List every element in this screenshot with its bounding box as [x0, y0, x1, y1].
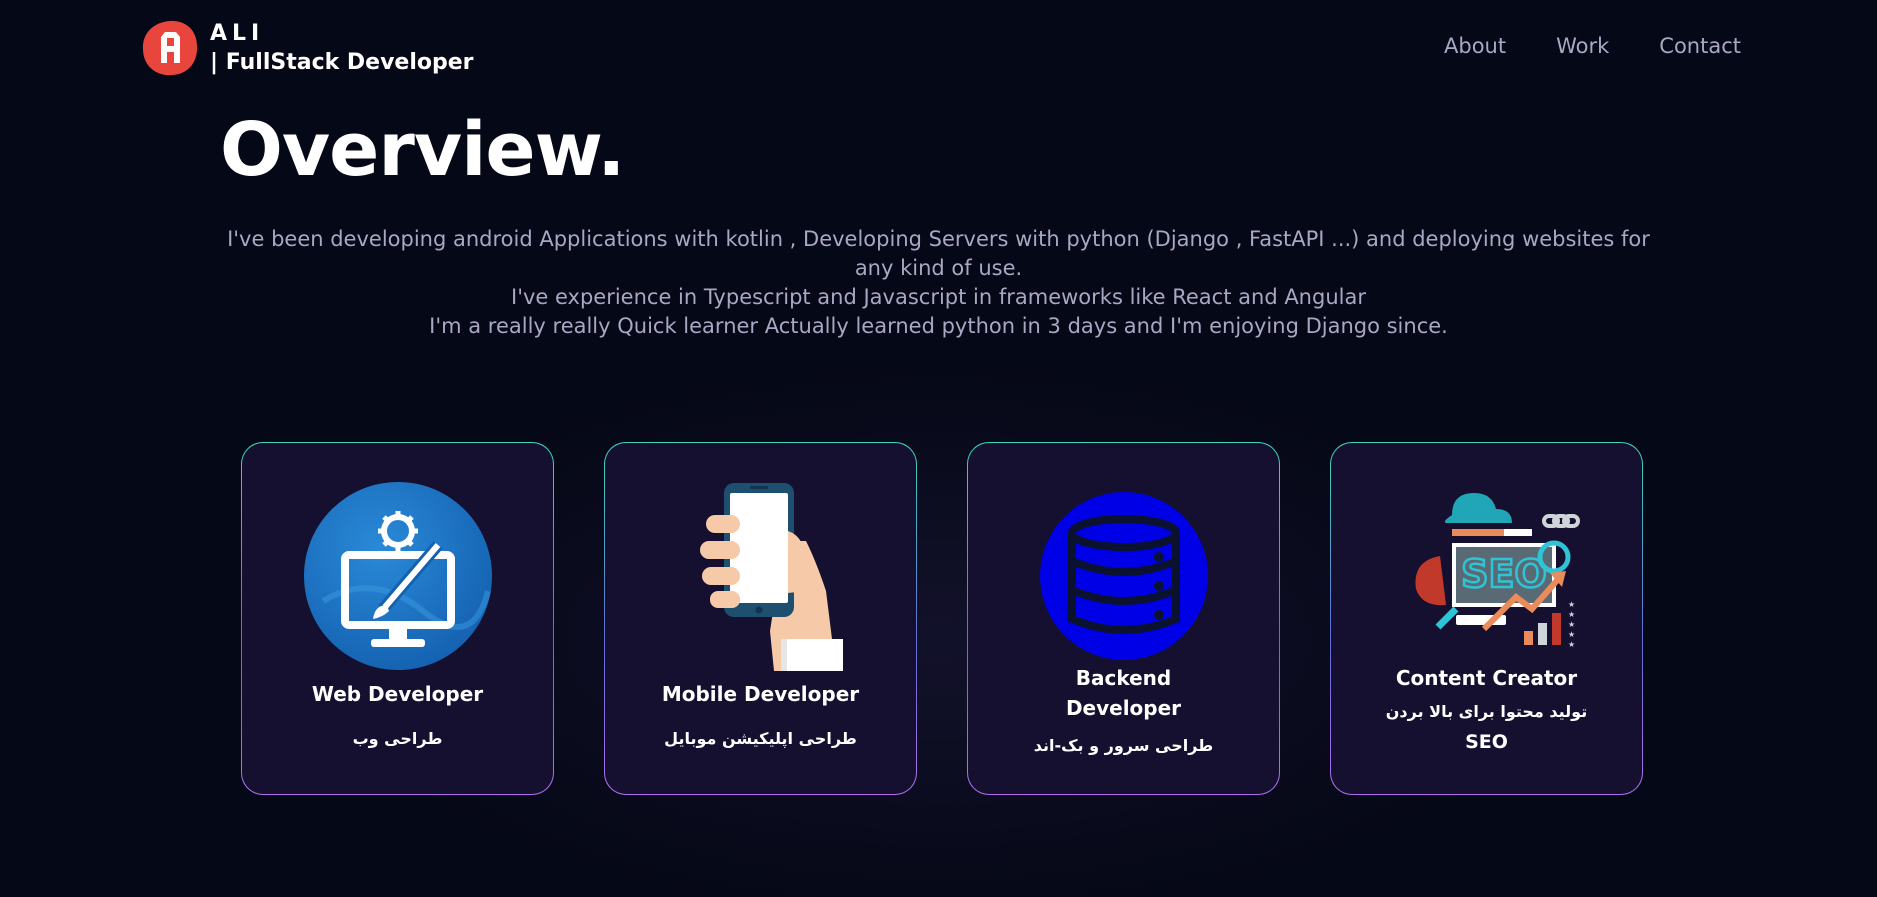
- service-title: Backend Developer: [968, 663, 1279, 723]
- service-title: Mobile Developer: [661, 682, 860, 706]
- service-subtitle: طراحی وب: [352, 729, 443, 748]
- svg-text:★: ★: [1568, 630, 1575, 639]
- navbar: ALI | FullStack Developer About Work Con…: [0, 0, 1877, 100]
- svg-text:★: ★: [1568, 640, 1575, 649]
- brand-logo-link[interactable]: ALI | FullStack Developer: [140, 18, 474, 78]
- nav-link-about[interactable]: About: [1444, 34, 1506, 58]
- intro-line: I've been developing android Application…: [227, 227, 1650, 280]
- overview-intro: I've been developing android Application…: [220, 225, 1657, 341]
- service-card-web: Web Developer طراحی وب: [241, 442, 554, 795]
- web-developer-icon: [303, 482, 492, 670]
- service-card-backend: Backend Developer طراحی سرور و بک-اند: [967, 442, 1280, 795]
- service-card-mobile: Mobile Developer طراحی اپلیکیشن موبایل: [604, 442, 917, 795]
- service-card-content: SEO ★ ★ ★ ★ ★ Content Creator تولید محتوا ب…: [1330, 442, 1643, 795]
- mobile-phone-icon: [699, 483, 843, 671]
- svg-text:★: ★: [1568, 620, 1575, 629]
- svg-text:★: ★: [1568, 610, 1575, 619]
- nav-link-contact[interactable]: Contact: [1659, 34, 1741, 58]
- brand-name: ALI: [210, 21, 265, 46]
- service-subtitle-seo: SEO: [1465, 731, 1508, 753]
- nav-links: About Work Contact: [1444, 34, 1741, 58]
- svg-text:SEO: SEO: [1461, 552, 1547, 596]
- brand-logo-icon: [142, 20, 198, 76]
- intro-line: I'm a really really Quick learner Actual…: [429, 314, 1448, 338]
- seo-icon: SEO ★★ ★★★: [1415, 493, 1580, 649]
- database-icon: [1039, 492, 1208, 660]
- service-subtitle: طراحی سرور و بک-اند: [1033, 736, 1214, 755]
- service-subtitle: طراحی اپلیکیشن موبایل: [664, 729, 857, 748]
- service-title-text: Backend Developer: [1065, 666, 1182, 720]
- intro-line: I've experience in Typescript and Javasc…: [511, 285, 1366, 309]
- service-cards: Web Developer طراحی وب Mobile Developer: [241, 442, 1643, 795]
- service-title: Content Creator: [1395, 666, 1578, 690]
- svg-text:★: ★: [1568, 600, 1575, 609]
- service-title: Web Developer: [311, 682, 484, 706]
- overview-title: Overview.: [220, 107, 625, 193]
- service-subtitle: تولید محتوا برای بالا بردن: [1385, 702, 1588, 721]
- brand-role: | FullStack Developer: [210, 50, 474, 75]
- nav-link-work[interactable]: Work: [1556, 34, 1609, 58]
